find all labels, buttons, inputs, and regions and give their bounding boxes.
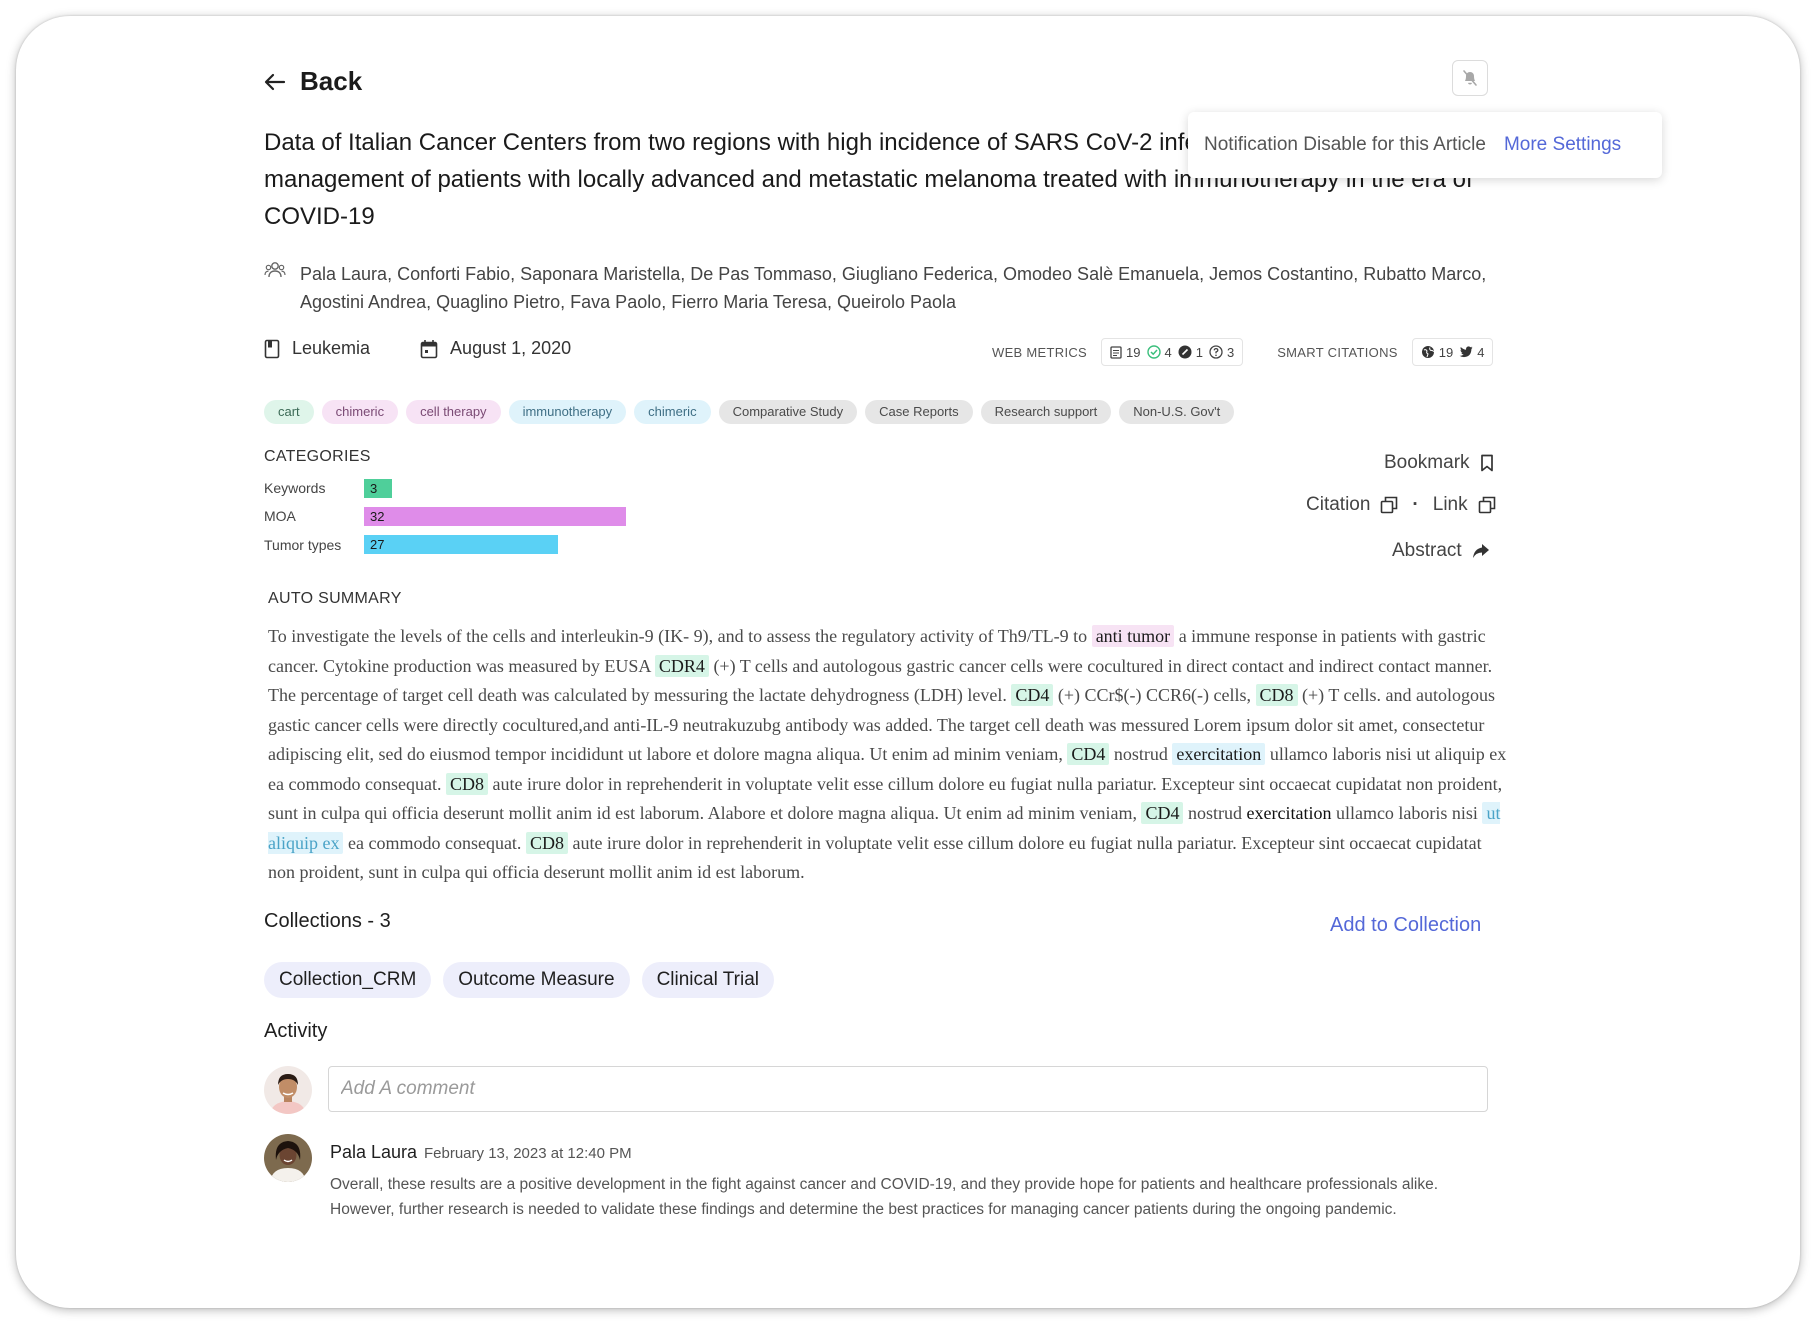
citation-label: Citation xyxy=(1306,494,1371,515)
back-label: Back xyxy=(300,66,363,96)
smart-citations-label: SMART CITATIONS xyxy=(1277,344,1398,360)
highlighted-term[interactable]: CD4 xyxy=(1067,743,1110,765)
globe-icon xyxy=(1421,346,1434,358)
abstract-label: Abstract xyxy=(1392,540,1462,561)
bookmark-label: Bookmark xyxy=(1384,452,1470,473)
author-list: Pala Laura, Conforti Fabio, Saponara Mar… xyxy=(300,264,1487,312)
tag-chip[interactable]: Non-U.S. Gov't xyxy=(1119,400,1235,424)
notification-tooltip: Notification Disable for this Article Mo… xyxy=(1188,112,1662,178)
metric-twitter: 4 xyxy=(1459,345,1484,360)
metric-documents: 19 xyxy=(1110,345,1141,360)
comment-input[interactable] xyxy=(328,1066,1488,1112)
collection-chips: Collection_CRM Outcome Measure Clinical Tr… xyxy=(264,962,774,998)
pencil-circle-icon xyxy=(1178,345,1192,359)
metric-contrasting: 3 xyxy=(1209,345,1234,360)
link-label: Link xyxy=(1432,494,1468,515)
copy-citation-icon[interactable] xyxy=(1380,496,1398,514)
arrow-left-icon xyxy=(264,73,286,90)
smart-citations-box: 19 4 xyxy=(1411,338,1494,366)
highlighted-term[interactable]: exercitation xyxy=(1246,803,1331,823)
summary-text-segment: nostrud xyxy=(1109,744,1173,764)
activity-title: Activity xyxy=(264,1020,328,1042)
commenter-avatar xyxy=(264,1134,312,1182)
highlighted-term[interactable]: CD4 xyxy=(1011,684,1054,706)
comment-author[interactable]: Pala Laura xyxy=(330,1142,417,1163)
highlighted-term[interactable]: CD4 xyxy=(1141,802,1184,824)
category-label-tumor-types: Tumor types xyxy=(264,537,342,553)
category-bar-tumor-types[interactable]: 27 xyxy=(364,535,558,554)
metric-mentioned: 1 xyxy=(1178,345,1203,360)
summary-text-segment: To investigate the levels of the cells a… xyxy=(268,626,1092,646)
users-icon xyxy=(264,262,286,278)
summary-text-segment: ea commodo consequat. xyxy=(343,832,526,853)
highlighted-term[interactable]: anti tumor xyxy=(1091,625,1175,647)
back-button[interactable]: Back xyxy=(264,66,362,97)
separator-dot: · xyxy=(1412,494,1419,515)
collection-chip[interactable]: Outcome Measure xyxy=(443,962,630,998)
twitter-icon xyxy=(1459,346,1473,358)
add-to-collection-link[interactable]: Add to Collection xyxy=(1330,914,1481,937)
highlighted-term[interactable]: CD8 xyxy=(525,831,568,854)
highlighted-term[interactable]: CD8 xyxy=(1255,684,1298,706)
notification-toggle-button[interactable] xyxy=(1452,60,1488,96)
metric-web: 19 xyxy=(1421,345,1453,360)
bell-off-icon xyxy=(1463,70,1477,86)
abstract-button[interactable]: Abstract xyxy=(1392,540,1490,562)
calendar-icon xyxy=(420,339,438,358)
summary-text-segment: (+) CCr$(-) CCR6(-) cells, xyxy=(1053,685,1256,705)
tag-chip[interactable]: cell therapy xyxy=(406,400,501,424)
article-meta: Leukemia August 1, 2020 xyxy=(264,338,571,359)
web-metrics-box: 19 4 1 3 xyxy=(1101,338,1244,366)
category-bar-moa[interactable]: 32 xyxy=(364,507,626,526)
tag-chip[interactable]: cart xyxy=(264,400,314,424)
bookmark-button[interactable]: Bookmark xyxy=(1384,452,1494,474)
category-label-keywords: Keywords xyxy=(264,480,326,496)
tag-chip[interactable]: Case Reports xyxy=(865,400,973,424)
copy-link-icon[interactable] xyxy=(1478,496,1496,514)
comment-timestamp: February 13, 2023 at 12:40 PM xyxy=(424,1145,632,1162)
summary-text-segment: nostrud xyxy=(1183,803,1247,823)
metric-supported: 4 xyxy=(1146,345,1172,360)
tag-chip[interactable]: Comparative Study xyxy=(718,400,858,424)
metrics-bar: WEB METRICS 19 4 1 3 SMART CITATIONS 19 … xyxy=(992,338,1494,366)
collections-title: Collections - 3 xyxy=(264,910,391,932)
document-icon xyxy=(1110,345,1122,359)
web-metrics-label: WEB METRICS xyxy=(992,344,1088,360)
journal-name: Leukemia xyxy=(292,338,371,358)
collection-chip[interactable]: Clinical Trial xyxy=(641,962,774,998)
more-settings-link[interactable]: More Settings xyxy=(1504,134,1621,156)
auto-summary-title: AUTO SUMMARY xyxy=(268,590,402,607)
tag-chip[interactable]: chimeric xyxy=(321,400,399,424)
summary-text-segment: ullamco laboris nisi xyxy=(1331,803,1483,823)
tag-chip[interactable]: Research support xyxy=(980,400,1112,424)
category-bar-keywords[interactable]: 3 xyxy=(364,479,392,498)
tooltip-text: Notification Disable for this Article xyxy=(1204,134,1486,155)
bookmark-icon xyxy=(1480,454,1493,472)
publication-date: August 1, 2020 xyxy=(450,338,572,358)
check-circle-icon xyxy=(1146,345,1161,359)
share-arrow-icon xyxy=(1472,544,1489,558)
category-label-moa: MOA xyxy=(264,508,296,524)
highlighted-term[interactable]: CDR4 xyxy=(654,654,709,677)
categories-title: CATEGORIES xyxy=(264,448,371,465)
comment-body: Overall, these results are a positive de… xyxy=(330,1176,1439,1218)
auto-summary-text: To investigate the levels of the cells a… xyxy=(268,622,1508,888)
highlighted-term[interactable]: CD8 xyxy=(445,772,488,795)
book-icon xyxy=(264,339,280,358)
question-circle-icon xyxy=(1209,345,1223,359)
tag-chip[interactable]: chimeric xyxy=(634,400,711,424)
tag-chip[interactable]: immunotherapy xyxy=(508,400,627,424)
current-user-avatar xyxy=(264,1066,312,1114)
tag-list: cart chimeric cell therapy immunotherapy chi… xyxy=(264,400,1235,424)
citation-link-row: Citation · Link xyxy=(1306,494,1496,516)
article-detail-card: Back Data of Italian Cancer Centers from… xyxy=(16,16,1800,1308)
collection-chip[interactable]: Collection_CRM xyxy=(264,962,432,998)
highlighted-term[interactable]: exercitation xyxy=(1172,743,1266,765)
